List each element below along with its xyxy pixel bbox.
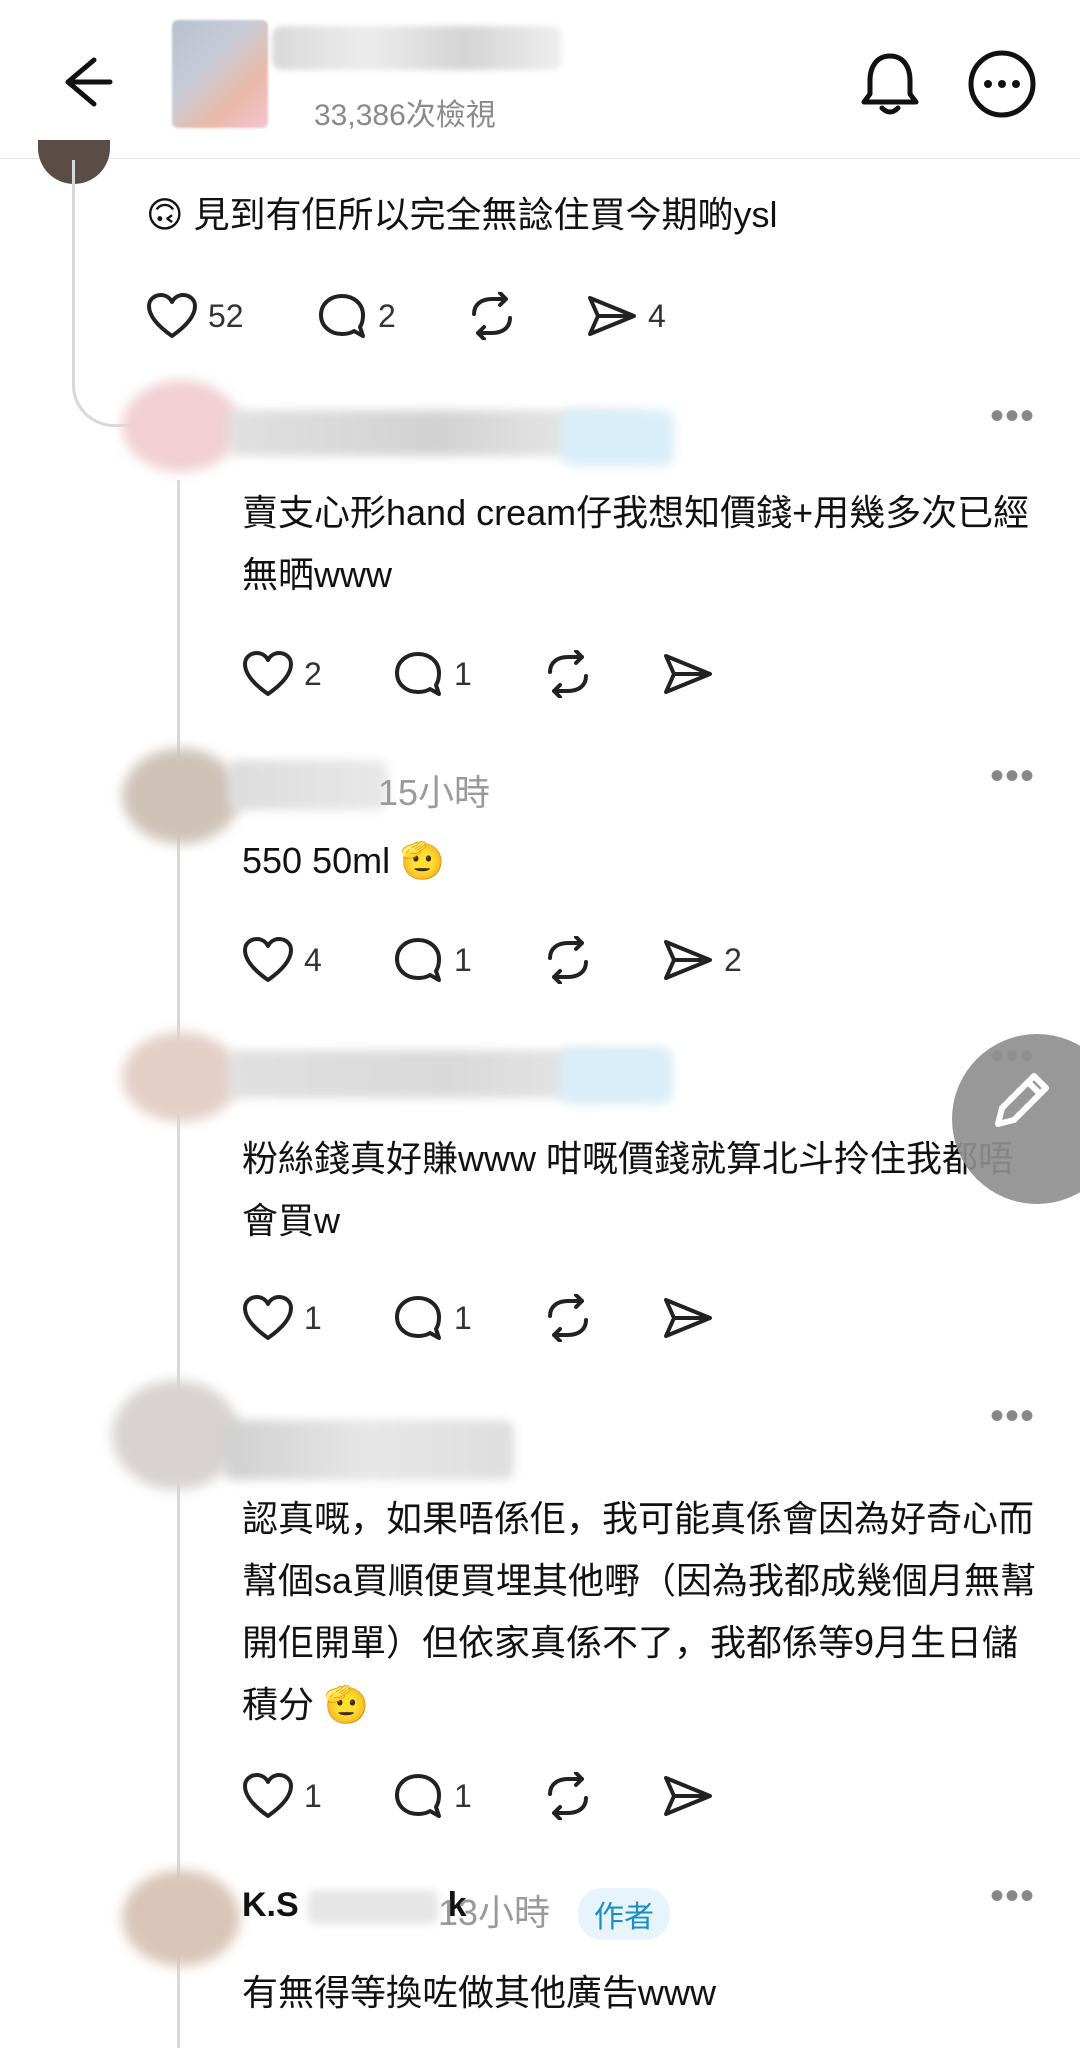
heart-icon: [243, 651, 293, 696]
share-button[interactable]: [662, 644, 714, 704]
like-count: 4: [304, 941, 322, 978]
comment-icon: [395, 652, 441, 696]
reply-count: 1: [454, 1299, 472, 1336]
reply-text: 認真嘅，如果唔係佢，我可能真係會因為好奇心而幫個sa買順便買埋其他嘢（因為我都成…: [242, 1498, 1037, 1725]
heart-icon: [243, 1773, 293, 1818]
reply-button[interactable]: 1: [392, 644, 472, 704]
share-button[interactable]: 2: [662, 930, 742, 990]
heart-icon: [147, 293, 197, 338]
like-button[interactable]: 1: [242, 1766, 322, 1826]
reply-actions: 1 1: [242, 1766, 842, 1826]
reply-count: 1: [454, 1777, 472, 1814]
repost-button[interactable]: [542, 930, 594, 990]
bell-icon[interactable]: [858, 50, 922, 118]
reply-count: 1: [454, 655, 472, 692]
send-icon: [664, 654, 712, 694]
share-count: 2: [724, 941, 742, 978]
reply-button[interactable]: 1: [392, 930, 472, 990]
reply-text: 550 50ml 🫡: [242, 840, 445, 881]
share-count: 4: [648, 297, 666, 334]
poster-name-blurred[interactable]: [272, 26, 562, 70]
reply-author-name[interactable]: K.S k: [242, 1886, 467, 1925]
upside-down-emoji: 🙃: [146, 194, 184, 235]
reply-avatar-blurred[interactable]: [112, 1380, 240, 1490]
comment-icon: [395, 938, 441, 982]
send-icon: [664, 1776, 712, 1816]
like-button[interactable]: 52: [146, 286, 244, 346]
like-count: 1: [304, 1777, 322, 1814]
comment-icon: [395, 1296, 441, 1340]
repost-icon: [548, 1772, 588, 1820]
reply-time: 13小時: [438, 1892, 551, 1933]
comment-icon: [319, 294, 365, 338]
like-count: 2: [304, 655, 322, 692]
repost-button[interactable]: [542, 644, 594, 704]
more-options-button[interactable]: •••: [990, 396, 1035, 436]
reply-button[interactable]: 2: [316, 286, 396, 346]
reply-text: 賣支心形hand cream仔我想知價錢+用幾多次已經無晒www: [242, 492, 1030, 595]
heart-icon: [243, 937, 293, 982]
repost-button[interactable]: [466, 286, 518, 346]
reply-avatar-blurred[interactable]: [122, 748, 240, 844]
like-button[interactable]: 4: [242, 930, 322, 990]
repost-button[interactable]: [542, 1766, 594, 1826]
more-circle-icon[interactable]: [966, 48, 1038, 120]
repost-icon: [472, 292, 512, 340]
reply-text: 粉絲錢真好賺www 咁嘅價錢就算北斗拎住我都唔會買w: [242, 1138, 1014, 1241]
share-button[interactable]: 4: [586, 286, 666, 346]
reply-text: 有無得等換咗做其他廣告www: [242, 1972, 716, 2013]
send-icon: [588, 296, 636, 336]
share-button[interactable]: [662, 1766, 714, 1826]
post-text: 🙃 見到有佢所以完全無諗住買今期啲ysl: [146, 194, 778, 235]
reply-count: 2: [378, 297, 396, 334]
send-icon: [664, 940, 712, 980]
reply-button[interactable]: 1: [392, 1766, 472, 1826]
comment-icon: [395, 1774, 441, 1818]
reply-button[interactable]: 1: [392, 1288, 472, 1348]
saluting-face-emoji: 🫡: [324, 1684, 369, 1725]
like-button[interactable]: 1: [242, 1288, 322, 1348]
reply-actions: 4 1 2: [242, 930, 842, 990]
heart-icon: [243, 1295, 293, 1340]
view-count: 33,386次檢視: [314, 99, 496, 132]
author-badge: 作者: [578, 1888, 670, 1940]
repost-icon: [548, 1294, 588, 1342]
send-icon: [664, 1298, 712, 1338]
reply-avatar-blurred[interactable]: [122, 380, 240, 472]
name-blur: [308, 1890, 439, 1925]
arrow-left-icon[interactable]: [54, 50, 118, 114]
like-count: 52: [208, 297, 244, 334]
reply-badge-blurred: [562, 410, 674, 466]
like-button[interactable]: 2: [242, 644, 322, 704]
reply-badge-blurred: [560, 1048, 672, 1104]
repost-icon: [548, 936, 588, 984]
pencil-icon: [995, 1073, 1049, 1127]
reply-actions: 1 1: [242, 1288, 842, 1348]
reply-count: 1: [454, 941, 472, 978]
repost-button[interactable]: [542, 1288, 594, 1348]
poster-avatar-blurred[interactable]: [172, 20, 268, 128]
thread-connector: [72, 160, 135, 427]
reply-name-blurred[interactable]: [228, 760, 388, 810]
thread-line: [177, 480, 180, 2048]
like-count: 1: [304, 1299, 322, 1336]
post-actions: 52 2 4: [146, 286, 746, 346]
repost-icon: [548, 650, 588, 698]
reply-actions: 2 1: [242, 644, 842, 704]
reply-name-blurred[interactable]: [224, 1420, 514, 1480]
more-options-button[interactable]: •••: [990, 756, 1035, 796]
reply-avatar-blurred[interactable]: [122, 1870, 240, 1966]
saluting-face-emoji: 🫡: [400, 840, 445, 881]
reply-time: 15小時: [378, 772, 491, 813]
more-options-button[interactable]: •••: [990, 1396, 1035, 1436]
reply-avatar-blurred[interactable]: [122, 1032, 240, 1122]
more-options-button[interactable]: •••: [990, 1876, 1035, 1916]
share-button[interactable]: [662, 1288, 714, 1348]
